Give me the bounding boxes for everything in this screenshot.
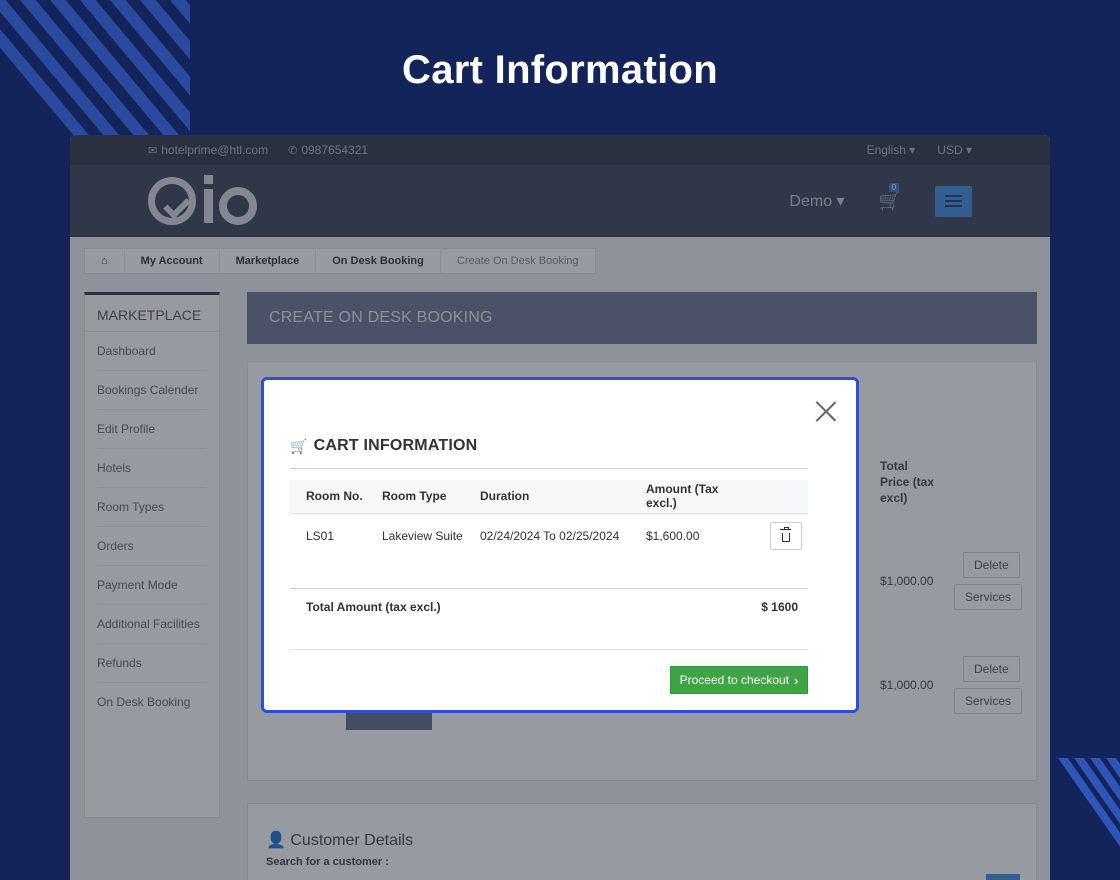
decorative-stripes-bottom-right [1048, 758, 1120, 848]
cell-actions [764, 513, 808, 558]
chevron-right-icon: › [794, 672, 799, 688]
divider [290, 468, 808, 469]
hero-title: Cart Information [402, 48, 718, 92]
trash-icon [780, 526, 791, 542]
remove-room-button[interactable] [770, 521, 802, 550]
cell-duration: 02/24/2024 To 02/25/2024 [480, 528, 620, 543]
cart-icon: 🛒 [290, 437, 308, 454]
cell-room-type: Lakeview Suite [382, 528, 463, 543]
col-amount: Amount (Tax excl.) [646, 480, 764, 514]
table-header-row: Room No. Room Type Duration Amount (Tax … [290, 480, 808, 514]
cell-amount: $1,600.00 [646, 528, 700, 543]
close-icon[interactable] [814, 400, 838, 424]
cell-room-no: LS01 [306, 528, 335, 543]
divider [290, 649, 808, 650]
col-room-type: Room Type [382, 480, 480, 514]
col-actions [764, 480, 808, 514]
col-duration: Duration [480, 480, 646, 514]
cart-information-modal: 🛒 CART INFORMATION Room No. Room Type Du… [261, 377, 859, 713]
col-room-no: Room No. [290, 480, 382, 514]
proceed-to-checkout-button[interactable]: Proceed to checkout › [670, 666, 808, 694]
total-amount-label: Total Amount (tax excl.) [306, 600, 441, 614]
cart-table: Room No. Room Type Duration Amount (Tax … [290, 480, 808, 558]
table-row: LS01 Lakeview Suite 02/24/2024 To 02/25/… [290, 513, 808, 558]
total-amount-value: $ 1600 [761, 600, 798, 614]
divider [290, 588, 808, 589]
modal-title: 🛒 CART INFORMATION [290, 437, 478, 454]
